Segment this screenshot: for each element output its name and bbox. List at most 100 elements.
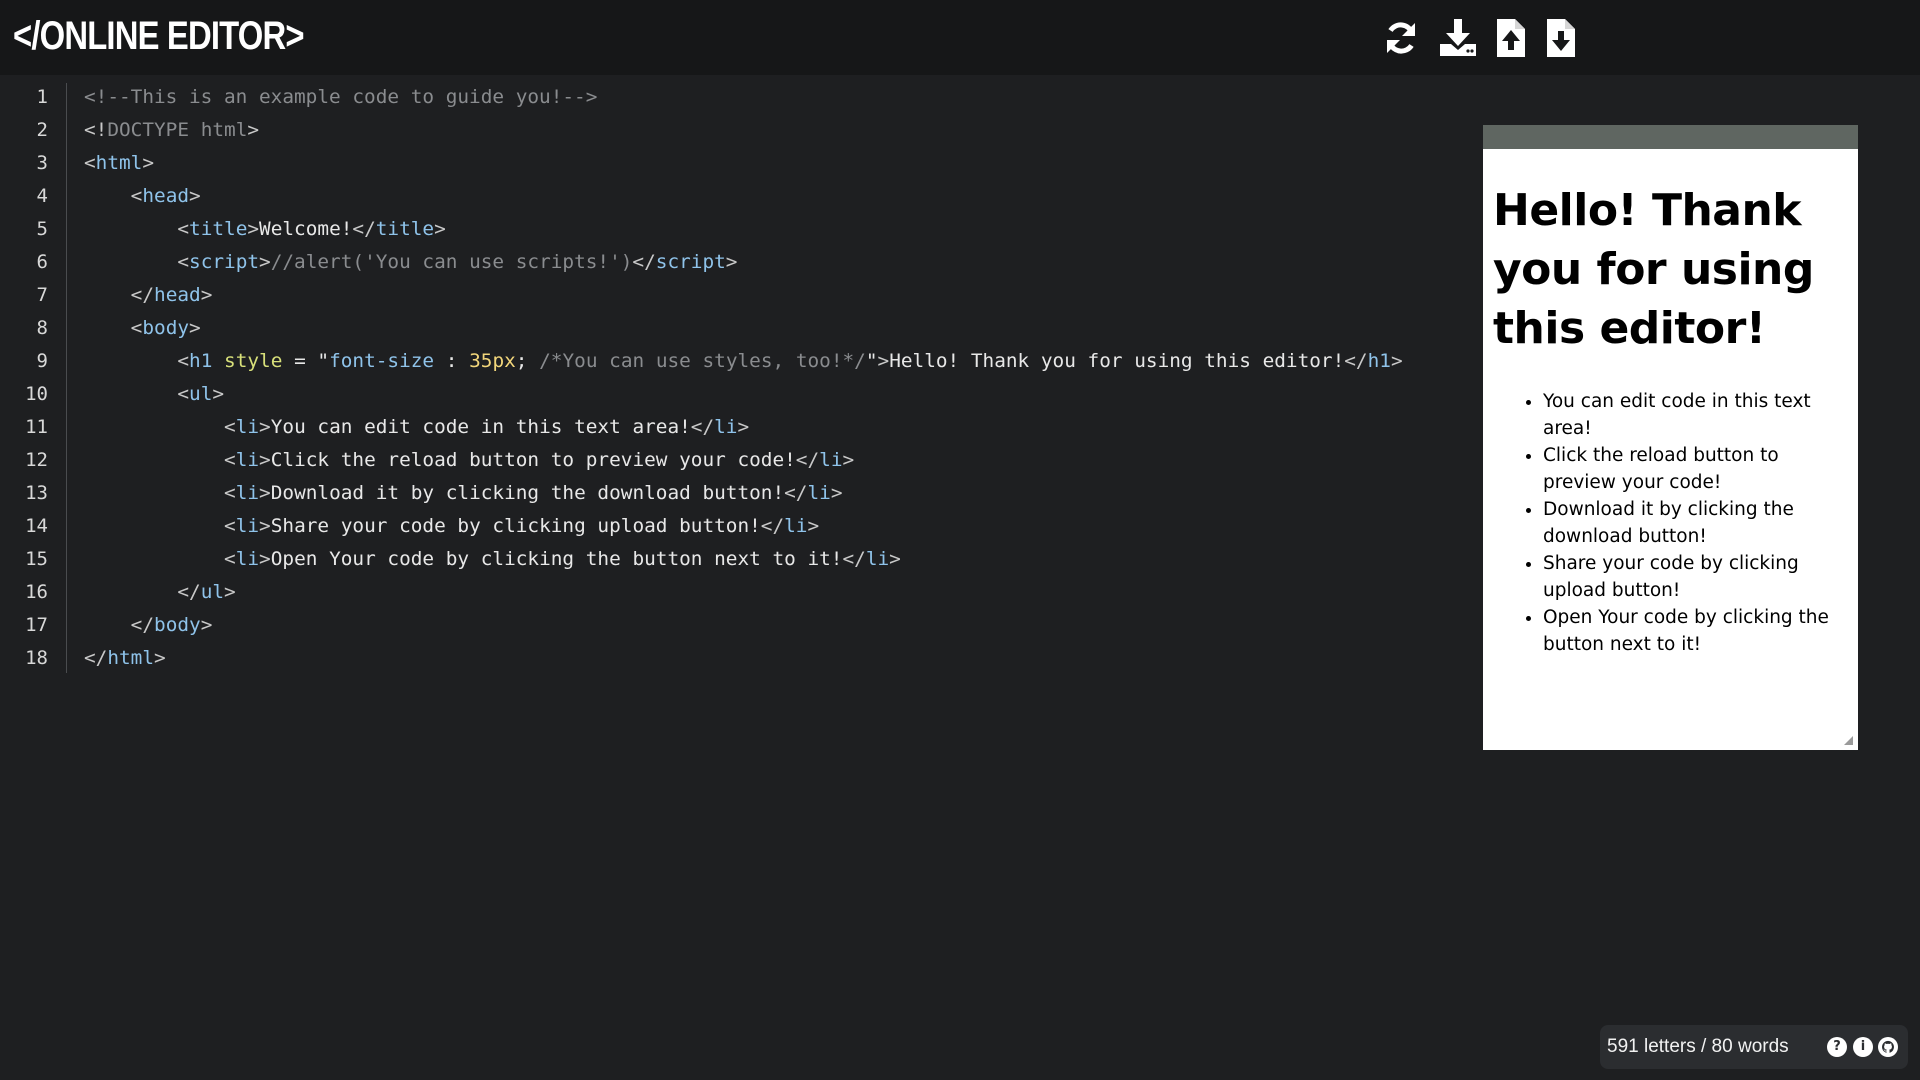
gutter-divider: [66, 83, 67, 673]
github-icon[interactable]: [1878, 1037, 1898, 1057]
line-number: 11: [25, 416, 48, 438]
code-token: </: [1344, 350, 1368, 372]
open-file-button[interactable]: [1537, 14, 1585, 62]
code-token: >: [200, 284, 213, 306]
code-token: head: [142, 185, 190, 207]
code-token: Download it by clicking the download but…: [270, 482, 785, 504]
upload-button[interactable]: [1487, 14, 1535, 62]
line-number: 3: [36, 152, 48, 174]
letter-word-count: 591 letters / 80 words: [1607, 1036, 1789, 1057]
code-token: >: [247, 119, 260, 141]
line-number: 7: [36, 284, 48, 306]
code-token: <: [177, 383, 190, 405]
code-token: </: [842, 548, 866, 570]
preview-list: You can edit code in this text area!Clic…: [1493, 388, 1848, 658]
preview-panel: Hello! Thank you for using this editor! …: [1483, 125, 1858, 750]
line-number: 12: [25, 449, 48, 471]
code-token: >: [259, 416, 271, 438]
code-token: <: [224, 482, 236, 504]
code-token: </: [784, 482, 808, 504]
code-token: >: [842, 449, 855, 471]
code-token: <: [224, 515, 236, 537]
code-token: >: [1390, 350, 1403, 372]
line-number: 17: [25, 614, 48, 636]
code-token: title: [375, 218, 435, 240]
code-token: li: [235, 449, 260, 471]
code-token: li: [235, 482, 260, 504]
code-token: >: [189, 185, 201, 207]
resize-handle[interactable]: [1844, 736, 1853, 745]
info-icon[interactable]: i: [1853, 1037, 1873, 1057]
code-token: </: [84, 647, 108, 669]
help-icon[interactable]: ?: [1827, 1037, 1847, 1057]
code-token: Click the reload button to preview your …: [270, 449, 796, 471]
code-token: <: [177, 350, 190, 372]
line-number: 15: [25, 548, 48, 570]
code-token: <: [177, 218, 190, 240]
line-number: 14: [25, 515, 48, 537]
preview-titlebar[interactable]: [1483, 125, 1858, 149]
code-token: Hello! Thank you for using this editor!: [889, 350, 1345, 372]
reload-button[interactable]: [1377, 14, 1425, 62]
code-token: <!--This is an example code to guide you…: [84, 86, 598, 108]
code-line: <script>//alert('You can use scripts!')<…: [84, 246, 1403, 279]
download-button[interactable]: [1434, 14, 1482, 62]
code-token: h1: [1367, 350, 1391, 372]
code-token: //alert('You can use scripts!'): [270, 251, 633, 273]
code-line: <html>: [84, 147, 1403, 180]
code-token: </: [130, 284, 155, 306]
line-number: 5: [36, 218, 48, 240]
code-token: >: [189, 317, 201, 339]
top-bar: </ONLINE EDITOR>: [0, 0, 1920, 75]
code-token: >: [830, 482, 843, 504]
preview-list-item: Download it by clicking the download but…: [1543, 496, 1848, 550]
line-number: 9: [36, 350, 48, 372]
code-token: li: [784, 515, 808, 537]
preview-list-item: You can edit code in this text area!: [1543, 388, 1848, 442]
code-token: >: [737, 416, 750, 438]
code-line: </html>: [84, 642, 1403, 675]
code-token: >: [889, 548, 901, 570]
code-token: Welcome!: [259, 218, 353, 240]
code-line: <title>Welcome!</title>: [84, 213, 1403, 246]
code-token: </: [177, 581, 201, 603]
preview-list-item: Click the reload button to preview your …: [1543, 442, 1848, 496]
code-token: </: [760, 515, 785, 537]
code-token: <: [224, 416, 236, 438]
status-bar: 591 letters / 80 words ? i: [1600, 1025, 1908, 1069]
code-token: li: [819, 449, 843, 471]
line-number: 10: [25, 383, 48, 405]
code-token: <: [177, 251, 190, 273]
code-token: You can edit code in this text area!: [270, 416, 691, 438]
preview-content: Hello! Thank you for using this editor! …: [1493, 153, 1848, 658]
code-area[interactable]: <!--This is an example code to guide you…: [84, 81, 1403, 675]
code-token: li: [807, 482, 831, 504]
preview-heading: Hello! Thank you for using this editor!: [1493, 185, 1814, 354]
download-icon: [1440, 19, 1476, 56]
code-token: >: [154, 647, 166, 669]
code-token: >: [259, 548, 271, 570]
code-token: ul: [189, 383, 213, 405]
code-token: li: [865, 548, 890, 570]
file-download-icon: [1547, 19, 1575, 57]
code-token: >: [259, 515, 271, 537]
code-line: <!DOCTYPE html>: [84, 114, 1403, 147]
code-token: head: [154, 284, 201, 306]
code-token: <!: [84, 119, 108, 141]
file-upload-icon: [1497, 19, 1525, 57]
code-token: <: [130, 317, 143, 339]
code-token: >: [224, 581, 236, 603]
code-token: >: [142, 152, 155, 174]
code-token: script: [189, 251, 260, 273]
preview-list-item: Share your code by clicking upload butto…: [1543, 550, 1848, 604]
code-token: >: [259, 251, 271, 273]
line-number: 16: [25, 581, 48, 603]
